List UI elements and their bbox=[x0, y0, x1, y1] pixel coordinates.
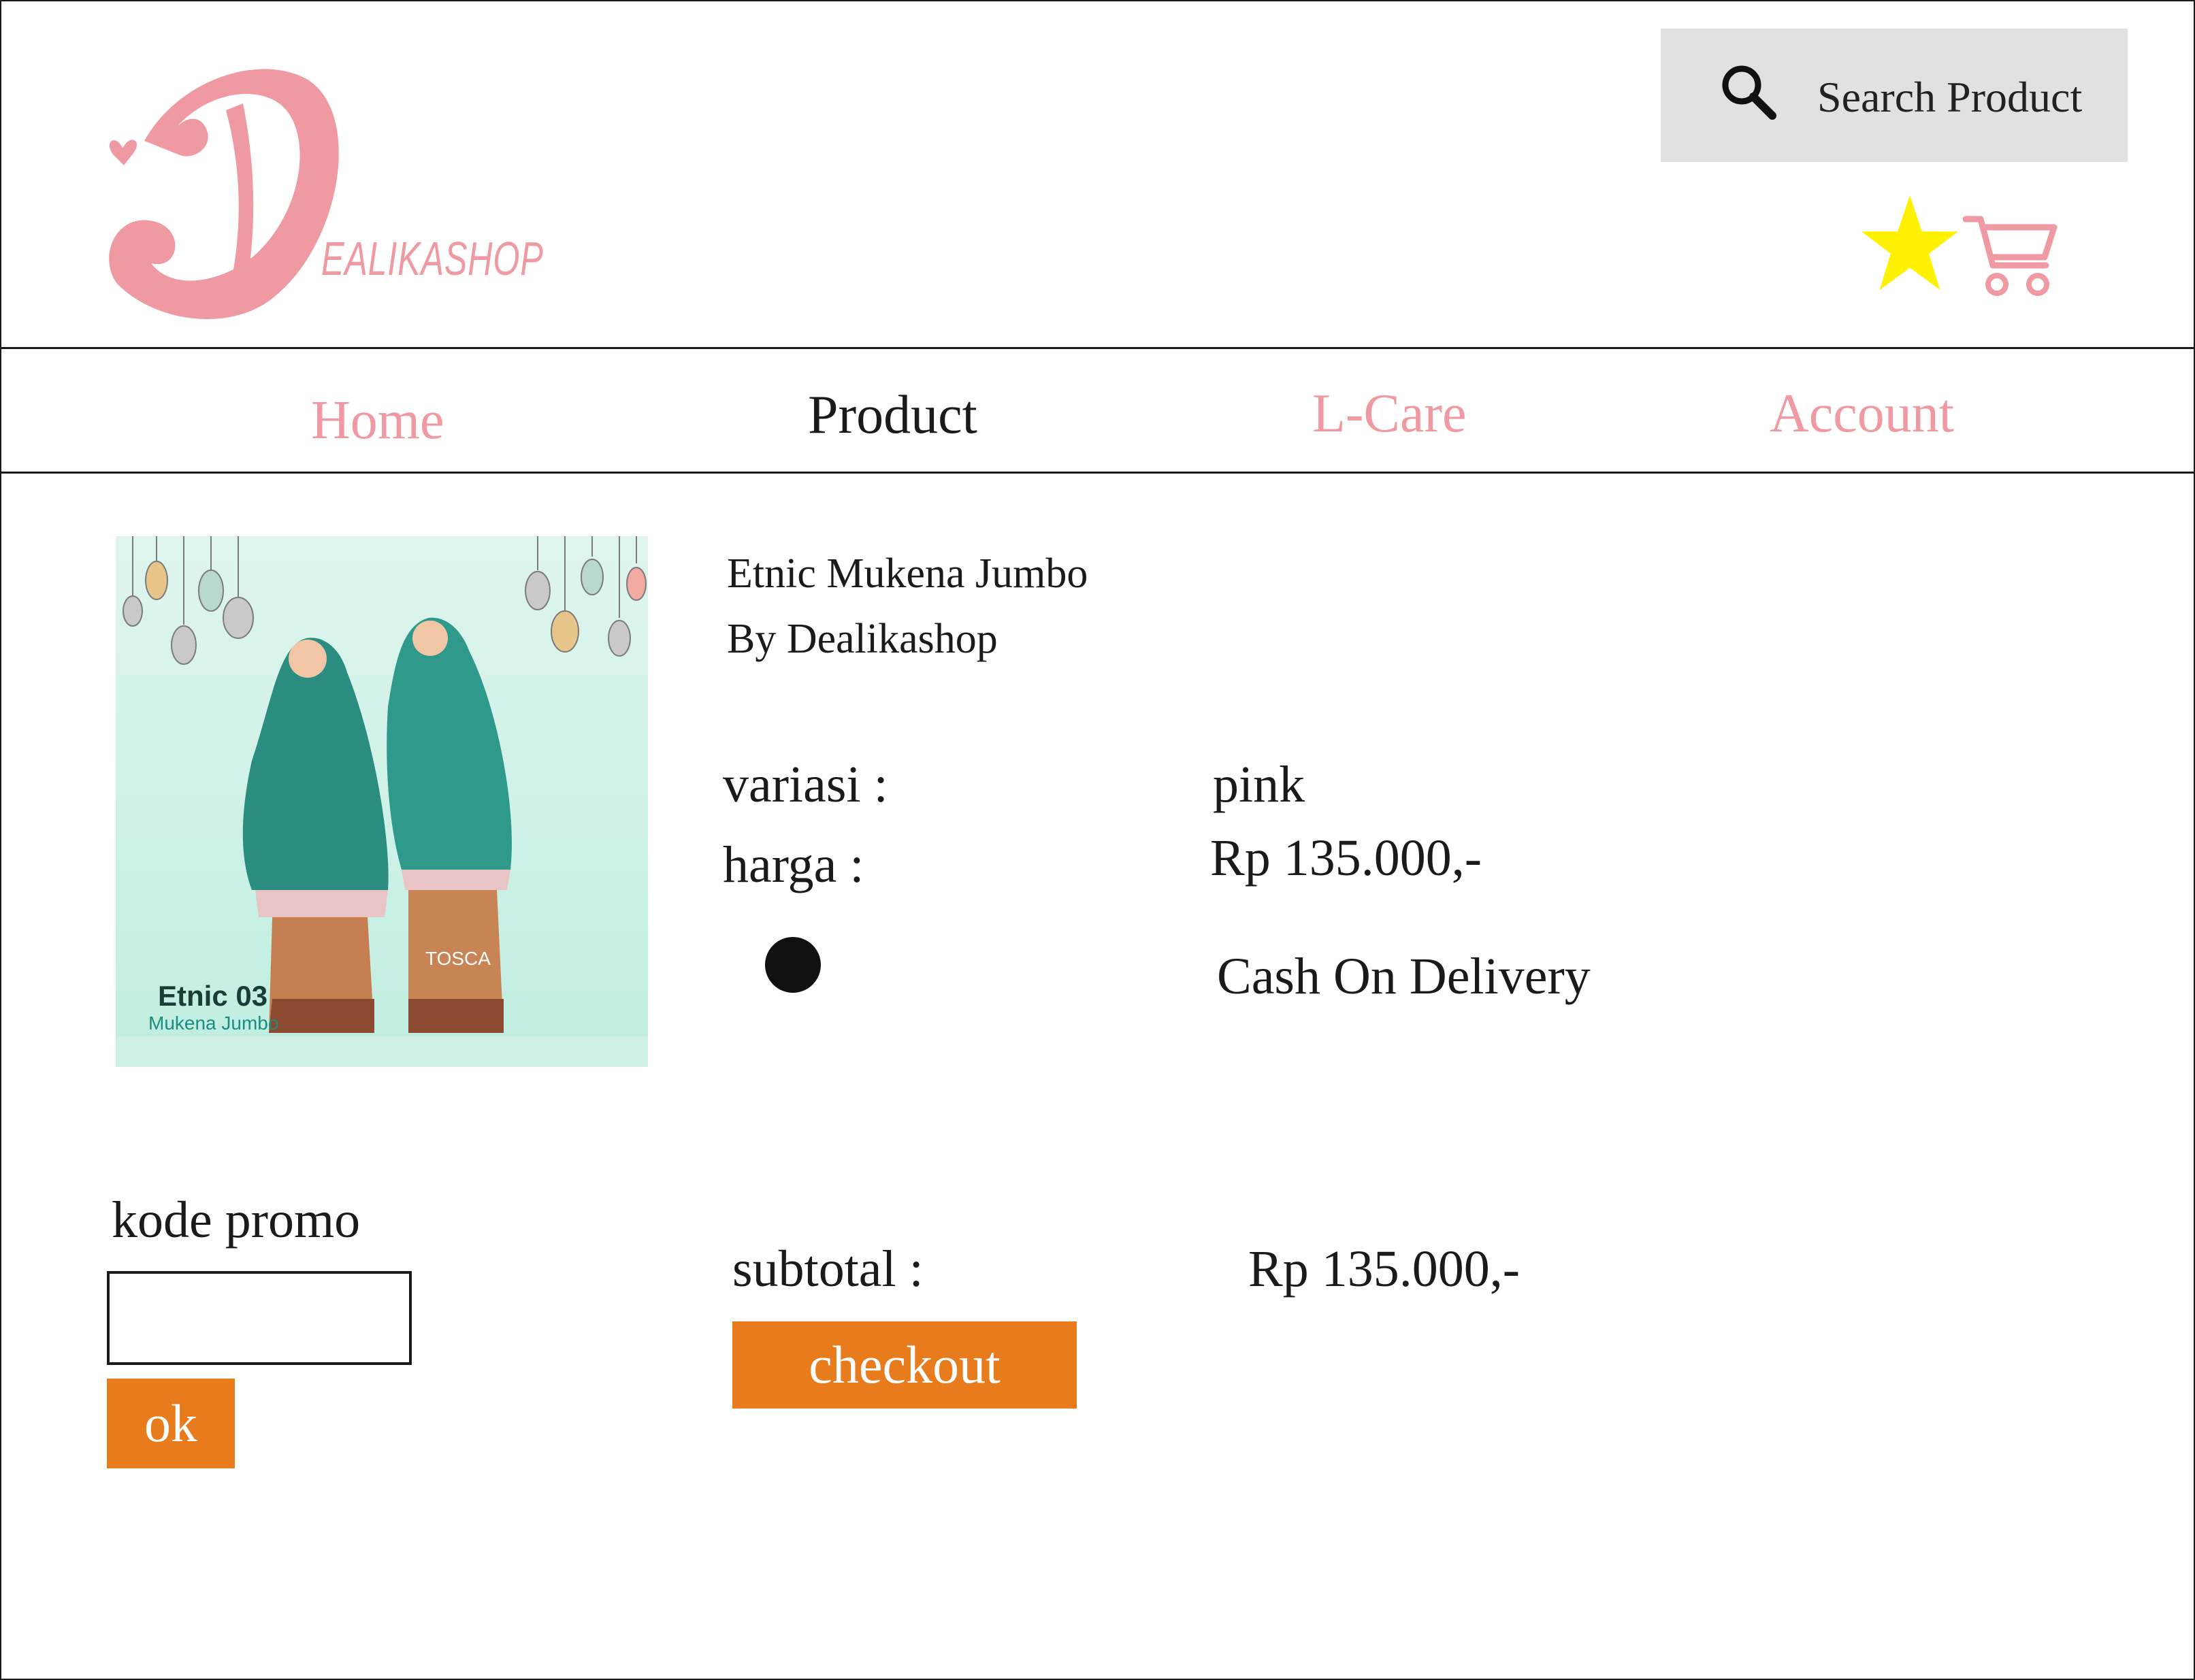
product-seller: By Dealikashop bbox=[727, 616, 998, 662]
search-input-placeholder[interactable]: Search Product bbox=[1817, 72, 2082, 122]
product-image: TOSCA Etnic 03 Mukena Jumbo bbox=[116, 536, 648, 1067]
main-nav: Home Product L-Care Account bbox=[1, 347, 2194, 474]
subtotal-value: Rp 135.000,- bbox=[1248, 1240, 1520, 1298]
apply-promo-button[interactable]: ok bbox=[107, 1379, 235, 1468]
logo-wordmark: EALIKASHOP bbox=[321, 232, 544, 285]
variant-label: variasi : bbox=[723, 756, 888, 813]
cart-icon[interactable] bbox=[1963, 212, 2058, 301]
promo-code-input[interactable] bbox=[107, 1271, 412, 1365]
logo-heart-icon bbox=[109, 139, 137, 165]
image-caption-sub: Mukena Jumbo bbox=[148, 1012, 278, 1034]
variant-value[interactable]: pink bbox=[1213, 755, 1305, 814]
app-window: EALIKASHOP Search Product Home Product L… bbox=[0, 0, 2195, 1680]
image-caption-title: Etnic 03 bbox=[158, 980, 267, 1012]
payment-radio-selected[interactable] bbox=[765, 937, 821, 993]
star-icon[interactable] bbox=[1859, 193, 1960, 294]
promo-code-label: kode promo bbox=[112, 1191, 361, 1249]
price-label: harga : bbox=[723, 836, 864, 893]
nav-item-product[interactable]: Product bbox=[808, 384, 977, 446]
price-value: Rp 135.000,- bbox=[1210, 829, 1482, 887]
nav-item-l-care[interactable]: L-Care bbox=[1312, 383, 1467, 445]
payment-method-label[interactable]: Cash On Delivery bbox=[1217, 947, 1591, 1006]
product-name: Etnic Mukena Jumbo bbox=[727, 550, 1088, 597]
checkout-button[interactable]: checkout bbox=[732, 1321, 1077, 1409]
subtotal-label: subtotal : bbox=[732, 1240, 924, 1298]
logo-d-shape bbox=[109, 69, 339, 320]
image-color-tag: TOSCA bbox=[425, 948, 491, 969]
nav-item-home[interactable]: Home bbox=[311, 390, 444, 452]
search-icon[interactable] bbox=[1718, 61, 1779, 122]
nav-item-account[interactable]: Account bbox=[1770, 383, 1954, 445]
